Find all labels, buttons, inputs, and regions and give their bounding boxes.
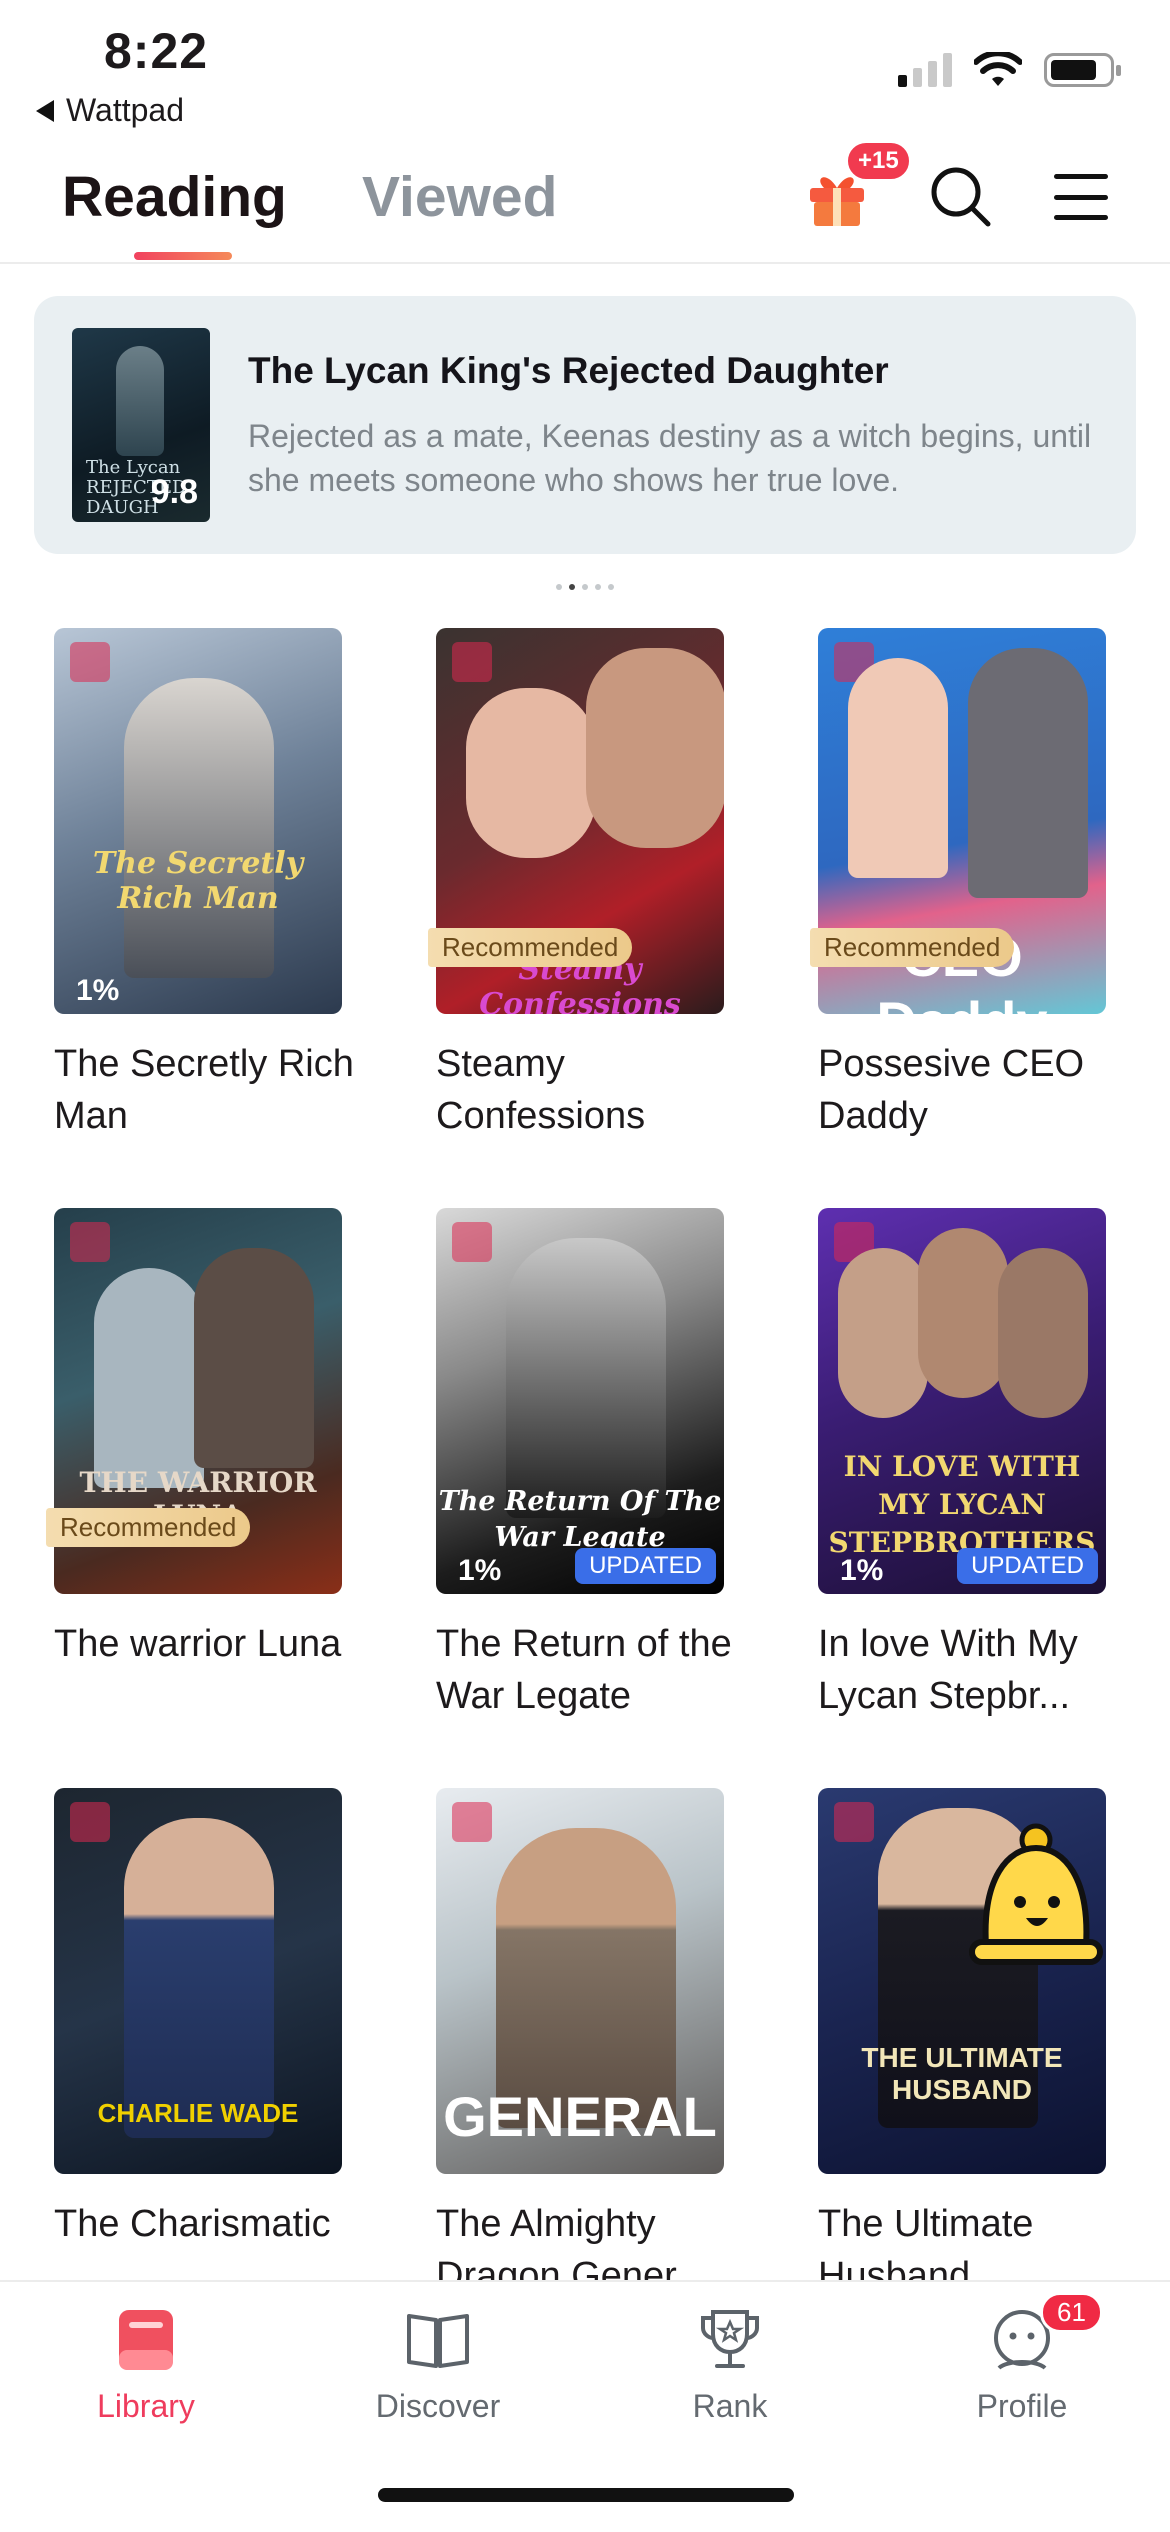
banner-page-indicator [556, 584, 614, 590]
book-title: In love With My Lycan Stepbr... [818, 1623, 1078, 1717]
nav-profile-label: Profile [976, 2388, 1068, 2424]
active-tab-indicator [134, 252, 232, 260]
goodnovel-logo-icon [452, 1222, 492, 1262]
book-cover: IN LOVE WITH MY LYCAN STEPBROTHERS 1% UP… [818, 1208, 1106, 1594]
recommended-badge: Recommended [46, 1508, 251, 1547]
cover-title-text: GENERAL [443, 2085, 717, 2148]
book-title: Possesive CEO Daddy [818, 1043, 1085, 1137]
book-card[interactable]: The Secretly Rich Man 1% The Secretly Ri… [54, 628, 354, 1142]
menu-icon[interactable] [1054, 174, 1108, 220]
continue-reading-banner[interactable]: The Lycan REJECTED DAUGH 9.8 The Lycan Kin… [34, 296, 1136, 554]
nav-discover[interactable]: Discover [338, 2304, 538, 2425]
book-title: The warrior Luna [54, 1623, 342, 1665]
goodnovel-logo-icon [834, 1802, 874, 1842]
book-card[interactable]: GENERAL The Almighty Dragon Gener [436, 1788, 724, 2302]
profile-notification-badge: 61 [1040, 2292, 1103, 2333]
book-card[interactable]: Steamy Confessions Recommended Steamy Co… [428, 628, 724, 1142]
battery-icon [1044, 53, 1121, 87]
goodnovel-logo-icon [452, 642, 492, 682]
book-card[interactable]: CEO Daddy Recommended Possesive CEO Dadd… [810, 628, 1106, 1142]
nav-rank-label: Rank [692, 2388, 768, 2424]
back-arrow-icon [36, 99, 54, 122]
recommended-badge: Recommended [810, 928, 1015, 967]
book-card[interactable]: THE WARRIOR LUNA Recommended The warrior… [46, 1208, 342, 1722]
nav-rank[interactable]: Rank [630, 2304, 830, 2425]
book-card[interactable]: IN LOVE WITH MY LYCAN STEPBROTHERS 1% UP… [818, 1208, 1106, 1722]
goodnovel-logo-icon [70, 1802, 110, 1842]
book-title: The Return of the War Legate [436, 1623, 732, 1717]
status-indicators [898, 52, 1121, 88]
book-cover: CHARLIE WADE [54, 1788, 342, 2174]
open-book-icon [407, 2314, 469, 2368]
book-card[interactable]: The Return Of The War Legate 1% UPDATED … [436, 1208, 732, 1722]
tab-reading[interactable]: Reading [62, 164, 287, 230]
bell-mascot-icon[interactable] [958, 1818, 1114, 1988]
reading-progress: 1% [840, 1554, 884, 1587]
updated-badge: UPDATED [575, 1548, 716, 1584]
banner-title: The Lycan King's Rejected Daughter [248, 350, 889, 391]
book-cover: The Secretly Rich Man 1% [54, 628, 342, 1014]
goodnovel-logo-icon [452, 1802, 492, 1842]
search-icon[interactable] [928, 164, 994, 230]
status-time: 8:22 [104, 23, 209, 79]
back-to-app-button[interactable]: Wattpad [36, 92, 184, 129]
banner-book-cover: The Lycan REJECTED DAUGH 9.8 [72, 328, 210, 522]
banner-rating: 9.8 [150, 473, 198, 511]
updated-badge: UPDATED [957, 1548, 1098, 1584]
trophy-icon [701, 2310, 759, 2368]
recommended-badge: Recommended [428, 928, 633, 967]
banner-description: Rejected as a mate, Keenas destiny as a … [248, 418, 1092, 498]
reading-progress: 1% [458, 1554, 502, 1587]
cover-title-text: The Return Of The War Legate [438, 1486, 722, 1553]
back-app-label: Wattpad [66, 92, 184, 128]
cellular-signal-icon [898, 53, 952, 87]
cover-title-text: The Secretly Rich Man [92, 846, 304, 916]
home-indicator[interactable] [378, 2488, 794, 2502]
reading-progress: 1% [76, 974, 120, 1007]
status-bar: 8:22 Wattpad [0, 0, 1170, 140]
library-icon [119, 2310, 173, 2370]
book-title: Steamy Confessions [436, 1043, 646, 1137]
nav-library-label: Library [97, 2388, 195, 2424]
book-cover: GENERAL [436, 1788, 724, 2174]
book-title: The Secretly Rich Man [54, 1043, 354, 1137]
goodnovel-logo-icon [70, 642, 110, 682]
book-cover: The Return Of The War Legate 1% UPDATED [436, 1208, 724, 1594]
cover-title-text: CHARLIE WADE [97, 2098, 299, 2128]
wifi-icon [974, 52, 1022, 86]
gift-count-badge: +15 [845, 140, 912, 182]
cover-title-text: IN LOVE WITH MY LYCAN STEPBROTHERS [828, 1450, 1096, 1559]
goodnovel-logo-icon [70, 1222, 110, 1262]
cover-title-text: THE ULTIMATE HUSBAND [861, 2042, 1063, 2105]
nav-library[interactable]: Library [46, 2304, 246, 2425]
nav-discover-label: Discover [375, 2388, 501, 2424]
library-header: Reading Viewed +15 [0, 140, 1170, 264]
book-card[interactable]: CHARLIE WADE The Charismatic [54, 1788, 342, 2302]
tab-viewed[interactable]: Viewed [362, 164, 557, 230]
